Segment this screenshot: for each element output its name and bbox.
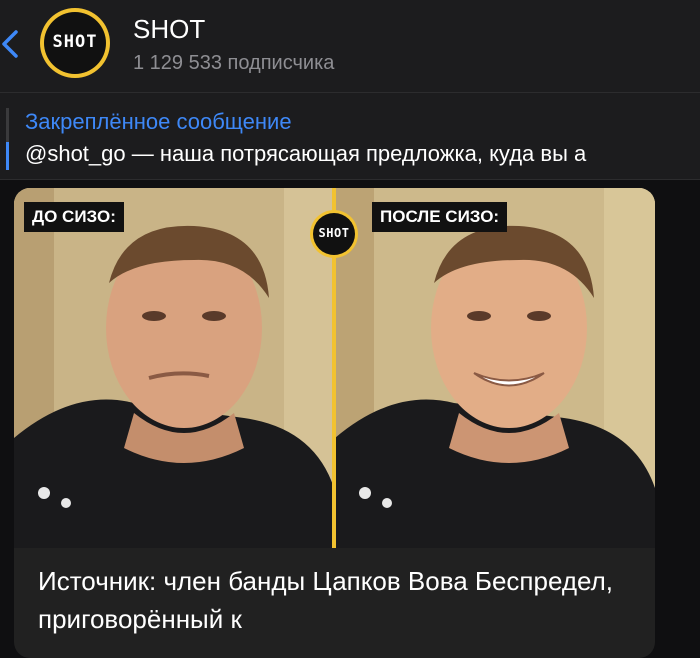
avatar-logo-text: SHOT [52, 32, 98, 52]
watermark-logo-text: SHOT [318, 226, 350, 240]
pinned-title: Закреплённое сообщение [25, 109, 292, 134]
channel-header: SHOT SHOT 1 129 533 подписчика [0, 0, 700, 92]
subscriber-count: 1 129 533 подписчика [133, 52, 335, 74]
shot-logo-icon: SHOT [44, 12, 106, 74]
post-caption: Источник: член банды Цапков Вова Беспред… [38, 566, 614, 634]
pinned-indicator [6, 142, 9, 170]
channel-title[interactable]: SHOT [133, 14, 205, 45]
shot-watermark-icon: SHOT [310, 210, 358, 258]
post-photo[interactable]: ДО СИЗО: ПОСЛЕ СИЗО: SHOT [14, 188, 655, 548]
pinned-text: @shot_go — наша потрясающая предложка, к… [25, 141, 587, 166]
after-label: ПОСЛЕ СИЗО: [372, 202, 508, 232]
message-bubble[interactable]: ДО СИЗО: ПОСЛЕ СИЗО: SHOT Источник: член… [14, 188, 655, 658]
chevron-left-icon[interactable] [0, 26, 24, 62]
pinned-divider [0, 179, 700, 180]
before-label: ДО СИЗО: [24, 202, 124, 232]
channel-avatar[interactable]: SHOT [40, 8, 110, 78]
